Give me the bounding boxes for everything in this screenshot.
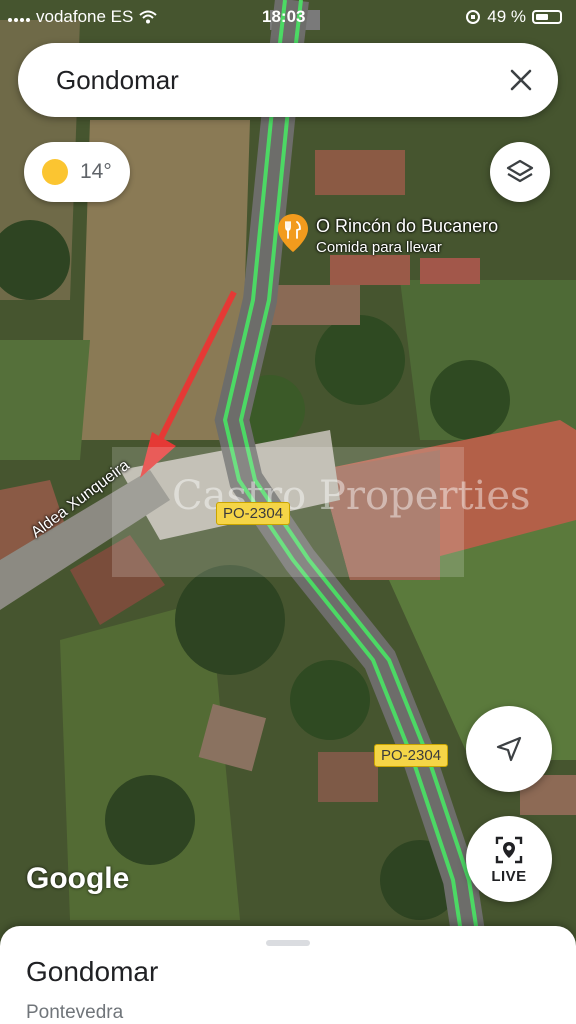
place-title: Gondomar — [26, 956, 159, 987]
orientation-lock-icon — [466, 10, 481, 24]
road-shield: PO-2304 — [216, 502, 291, 525]
battery-percentage: 49 % — [487, 7, 526, 26]
layers-icon — [506, 159, 534, 183]
temperature: 14° — [80, 160, 112, 183]
place-category: Comida para llevar — [316, 239, 442, 256]
place-name[interactable]: O Rincón do Bucanero — [316, 216, 498, 237]
carrier-name: vodafone ES — [36, 7, 134, 26]
navigation-arrow-icon — [496, 736, 522, 762]
live-label: LIVE — [491, 867, 527, 885]
search-input[interactable]: Gondomar — [56, 65, 179, 96]
signal-icon — [8, 12, 30, 22]
live-view-button[interactable]: LIVE — [466, 816, 552, 902]
drag-handle[interactable] — [266, 940, 310, 946]
bottom-sheet[interactable]: Gondomar Pontevedra — [0, 926, 576, 1024]
weather-chip[interactable]: 14° — [24, 142, 130, 202]
sun-icon — [42, 159, 68, 185]
battery-icon — [532, 10, 562, 24]
restaurant-pin-icon — [278, 214, 308, 252]
search-bar[interactable]: Gondomar — [18, 43, 558, 117]
google-logo: Google — [26, 862, 130, 895]
road-shield: PO-2304 — [374, 744, 449, 767]
place-region: Pontevedra — [26, 1002, 124, 1023]
my-location-button[interactable] — [466, 706, 552, 792]
close-icon[interactable] — [506, 65, 536, 95]
clock: 18:03 — [262, 7, 306, 26]
live-view-icon — [495, 836, 523, 863]
layers-button[interactable] — [490, 142, 550, 202]
wifi-icon — [139, 10, 158, 24]
status-bar: vodafone ES 18:03 49 % — [0, 0, 576, 34]
